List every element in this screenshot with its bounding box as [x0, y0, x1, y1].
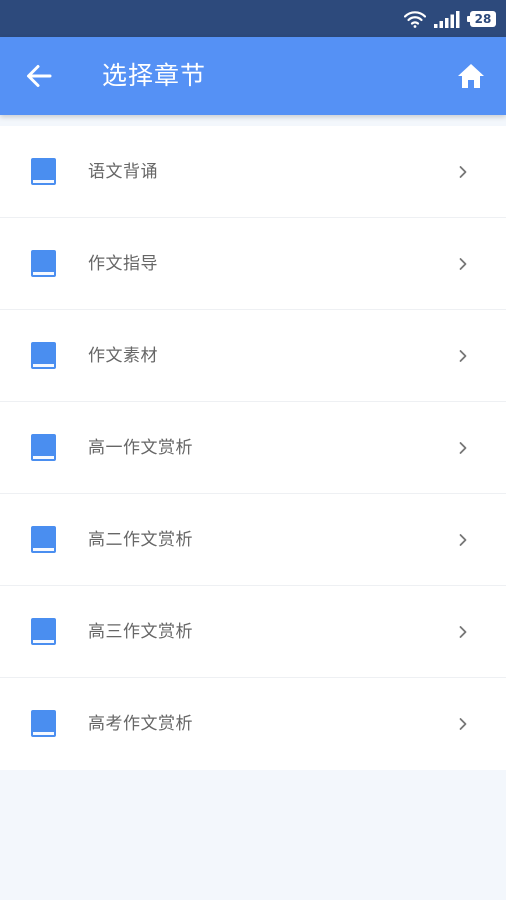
chapter-label: 高二作文赏析	[88, 530, 193, 550]
chapter-item-writing-material[interactable]: 作文素材	[0, 310, 506, 402]
chevron-right-icon	[459, 534, 467, 546]
chapter-label: 高三作文赏析	[88, 622, 193, 642]
chapter-item-writing-guide[interactable]: 作文指导	[0, 218, 506, 310]
chapter-label: 高一作文赏析	[88, 438, 193, 458]
signal-icon	[434, 10, 460, 28]
arrow-left-icon	[27, 65, 52, 87]
wifi-icon	[404, 10, 426, 28]
book-icon	[31, 618, 56, 645]
chapter-item-grade-two[interactable]: 高二作文赏析	[0, 494, 506, 586]
book-icon	[31, 250, 56, 277]
app-bar: 选择章节	[0, 37, 506, 115]
book-icon	[31, 434, 56, 461]
chapter-label: 语文背诵	[88, 162, 158, 182]
chevron-right-icon	[459, 718, 467, 730]
book-icon	[31, 710, 56, 737]
chapter-item-grade-three[interactable]: 高三作文赏析	[0, 586, 506, 678]
chapter-label: 作文素材	[88, 346, 158, 366]
home-icon	[458, 64, 484, 88]
chevron-right-icon	[459, 258, 467, 270]
chapter-label: 高考作文赏析	[88, 714, 193, 734]
chapter-item-grade-one[interactable]: 高一作文赏析	[0, 402, 506, 494]
book-icon	[31, 342, 56, 369]
chapter-label: 作文指导	[88, 254, 158, 274]
book-icon	[31, 158, 56, 185]
chevron-right-icon	[459, 442, 467, 454]
chapter-item-recitation[interactable]: 语文背诵	[0, 126, 506, 218]
status-icons: 28	[404, 8, 496, 29]
chevron-right-icon	[459, 166, 467, 178]
chapter-list: 语文背诵 作文指导 作文素材 高一作文赏析 高二作文赏析 高三作文赏析 高考作文…	[0, 126, 506, 770]
book-icon	[31, 526, 56, 553]
home-button[interactable]	[454, 59, 488, 93]
battery-icon: 28	[467, 10, 496, 27]
status-bar: 28	[0, 0, 506, 37]
chapter-item-gaokao[interactable]: 高考作文赏析	[0, 678, 506, 770]
back-button[interactable]	[22, 59, 56, 93]
battery-level: 28	[474, 11, 492, 26]
page-title: 选择章节	[102, 61, 207, 90]
chevron-right-icon	[459, 626, 467, 638]
chevron-right-icon	[459, 350, 467, 362]
